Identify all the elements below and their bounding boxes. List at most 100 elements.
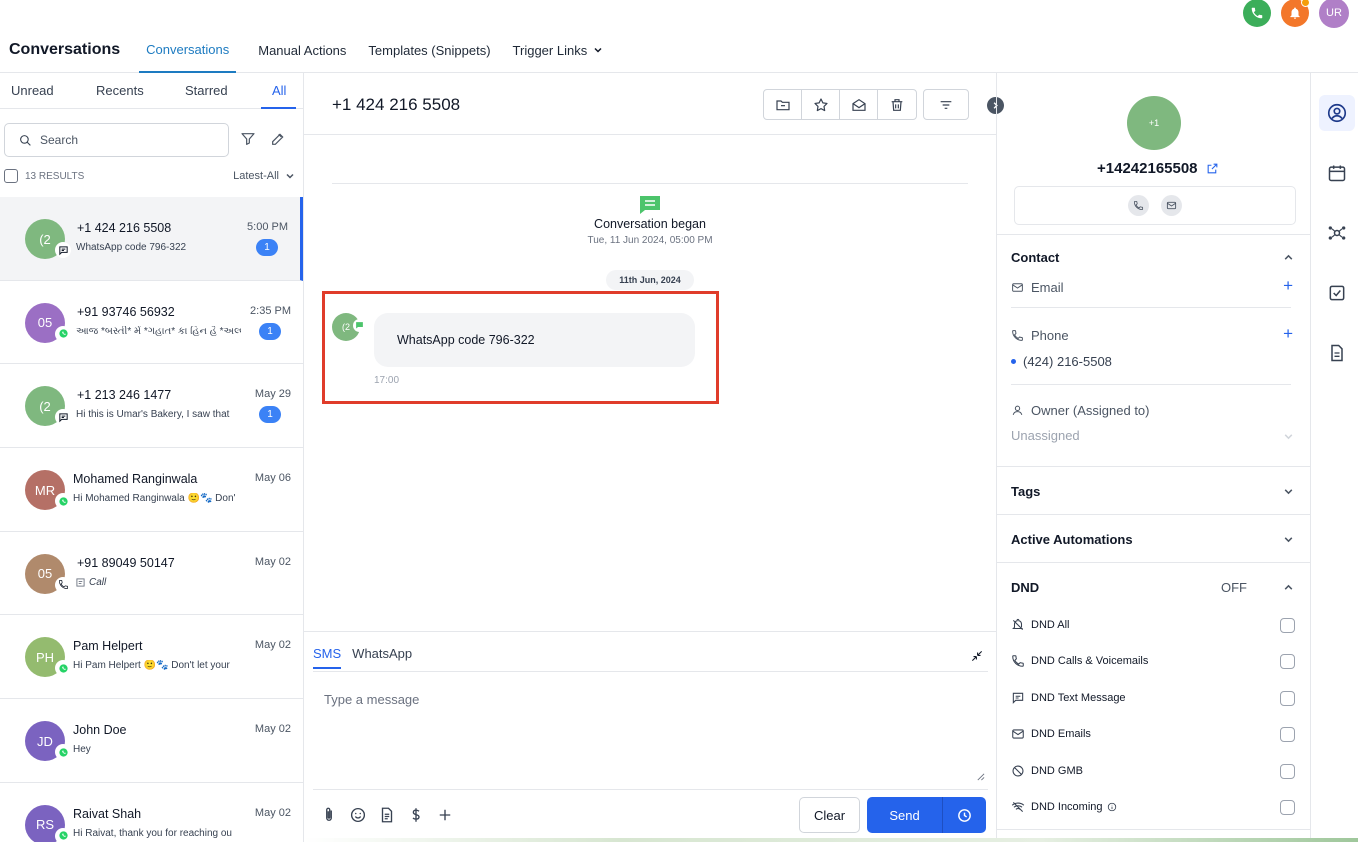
sort-dropdown[interactable]: Latest-All — [233, 170, 295, 182]
dnd-gmb-label: DND GMB — [1031, 765, 1083, 777]
template-icon[interactable] — [378, 806, 396, 824]
mail-icon[interactable] — [1161, 195, 1182, 216]
contact-section-title: Contact — [1011, 250, 1060, 265]
compose-icon[interactable] — [270, 131, 286, 147]
tab-manual-actions[interactable]: Manual Actions — [258, 28, 346, 73]
message-input[interactable] — [313, 682, 988, 784]
plus-icon[interactable] — [436, 806, 454, 824]
tags-section-title[interactable]: Tags — [1011, 484, 1040, 499]
add-email-button[interactable]: + — [1283, 276, 1293, 296]
send-button[interactable]: Send — [867, 797, 942, 833]
mail-open-icon[interactable] — [840, 90, 878, 119]
tab-unread[interactable]: Unread — [11, 83, 54, 98]
list-item[interactable]: JD John Doe Hey May 02 — [0, 699, 303, 783]
owner-select[interactable]: Unassigned — [1011, 428, 1080, 443]
phone-icon — [1011, 654, 1025, 668]
phone-value[interactable]: (424) 216-5508 — [1011, 354, 1112, 369]
list-item[interactable]: (2 +1 213 246 1477 Hi this is Umar's Bak… — [0, 364, 303, 449]
calendar-icon[interactable] — [1326, 162, 1348, 184]
schedule-icon[interactable] — [942, 797, 986, 833]
list-item[interactable]: 05 +91 93746 56932 આજ *બસ્તી* મેં *ગહાત*… — [0, 281, 303, 365]
conversation-header: +1 424 216 5508 — [304, 73, 1004, 135]
message-preview: WhatsApp code 796-322 — [76, 242, 187, 253]
dnd-incoming-checkbox[interactable] — [1280, 799, 1295, 815]
timestamp: May 02 — [254, 639, 291, 652]
sms-icon — [55, 409, 71, 426]
message-preview: Hi Raivat, thank you for reaching ou — [73, 827, 232, 839]
contact-phone: +14242165508 — [1097, 160, 1198, 177]
folder-icon[interactable] — [764, 90, 802, 119]
add-phone-button[interactable]: + — [1283, 324, 1293, 344]
phone-icon[interactable] — [1243, 0, 1271, 27]
section-divider — [997, 562, 1310, 563]
field-divider — [1011, 384, 1291, 385]
tab-whatsapp[interactable]: WhatsApp — [352, 646, 412, 669]
message-preview: Call — [76, 577, 241, 588]
dollar-icon[interactable] — [407, 806, 425, 824]
chevron-down-icon[interactable] — [1283, 486, 1294, 497]
automations-section-title[interactable]: Active Automations — [1011, 532, 1133, 547]
composer-divider — [313, 789, 988, 790]
tab-trigger-links[interactable]: Trigger Links — [513, 28, 604, 73]
resize-handle-icon[interactable] — [976, 772, 985, 781]
star-icon[interactable] — [802, 90, 840, 119]
tab-sms[interactable]: SMS — [313, 646, 342, 669]
filter-icon[interactable] — [240, 131, 256, 147]
dnd-emails-row: DND Emails — [1011, 724, 1301, 744]
dnd-emails-checkbox[interactable] — [1280, 726, 1295, 742]
wifi-off-icon — [1011, 800, 1025, 814]
task-check-icon[interactable] — [1326, 282, 1348, 304]
filter-lines-icon[interactable] — [923, 89, 969, 120]
phone-icon[interactable] — [1128, 195, 1149, 216]
owner-label: Owner (Assigned to) — [1031, 403, 1150, 418]
dnd-gmb-checkbox[interactable] — [1280, 763, 1295, 779]
list-item[interactable]: (2 +1 424 216 5508 WhatsApp code 796-322… — [0, 197, 303, 281]
whatsapp-icon — [55, 660, 71, 677]
tab-recents[interactable]: Recents — [96, 83, 144, 98]
search-icon — [19, 134, 32, 147]
chevron-down-icon[interactable] — [1283, 534, 1294, 545]
chevron-up-icon[interactable] — [1283, 252, 1294, 263]
message-composer: SMS WhatsApp Clear Send — [304, 631, 996, 842]
trash-icon[interactable] — [878, 90, 916, 119]
unread-badge: 1 — [259, 406, 281, 424]
dnd-all-checkbox[interactable] — [1280, 617, 1295, 633]
message-time: 17:00 — [374, 375, 400, 386]
workflow-icon[interactable] — [1326, 222, 1348, 244]
notes-icon[interactable] — [1326, 342, 1348, 364]
chevron-down-icon — [285, 171, 295, 181]
info-icon[interactable] — [1107, 802, 1117, 812]
list-item[interactable]: PH Pam Helpert Hi Pam Helpert 🙂🐾 Don't l… — [0, 615, 303, 700]
timestamp: May 02 — [254, 723, 291, 736]
collapse-icon[interactable] — [970, 649, 984, 663]
bell-icon[interactable] — [1281, 0, 1310, 27]
external-link-icon[interactable] — [1206, 162, 1219, 175]
list-item[interactable]: RS Raivat Shah Hi Raivat, thank you for … — [0, 783, 303, 842]
contact-details-panel: +1 +14242165508 Contact Email + Phone + … — [996, 73, 1310, 842]
contact-profile-icon[interactable] — [1319, 95, 1355, 131]
sms-icon — [55, 242, 71, 258]
message-icon — [1011, 691, 1025, 705]
contact-avatar: +1 — [1127, 96, 1181, 150]
tab-templates[interactable]: Templates (Snippets) — [368, 28, 490, 73]
search-input[interactable] — [40, 133, 210, 147]
tab-trigger-links-label: Trigger Links — [512, 42, 588, 58]
clear-button[interactable]: Clear — [799, 797, 860, 833]
dnd-text-checkbox[interactable] — [1280, 690, 1295, 706]
message-preview: Hi Mohamed Ranginwala 🙂🐾 Don' — [73, 493, 236, 505]
phone-value-text: (424) 216-5508 — [1023, 354, 1112, 369]
list-filter-tabs: Unread Recents Starred All — [0, 73, 303, 109]
dnd-all-label: DND All — [1031, 619, 1070, 631]
composer-tools — [320, 806, 454, 824]
user-avatar[interactable]: UR — [1319, 0, 1349, 28]
list-item[interactable]: MR Mohamed Ranginwala Hi Mohamed Ranginw… — [0, 448, 303, 532]
dnd-calls-checkbox[interactable] — [1280, 653, 1295, 669]
attachment-icon[interactable] — [320, 806, 338, 824]
tab-all[interactable]: All — [272, 83, 286, 98]
tab-starred[interactable]: Starred — [185, 83, 228, 98]
emoji-icon[interactable] — [349, 806, 367, 824]
select-all-checkbox[interactable] — [4, 169, 18, 183]
tab-conversations[interactable]: Conversations — [139, 28, 237, 73]
list-item[interactable]: 05 +91 89049 50147 Call May 02 — [0, 532, 303, 616]
chevron-up-icon[interactable] — [1283, 582, 1294, 593]
